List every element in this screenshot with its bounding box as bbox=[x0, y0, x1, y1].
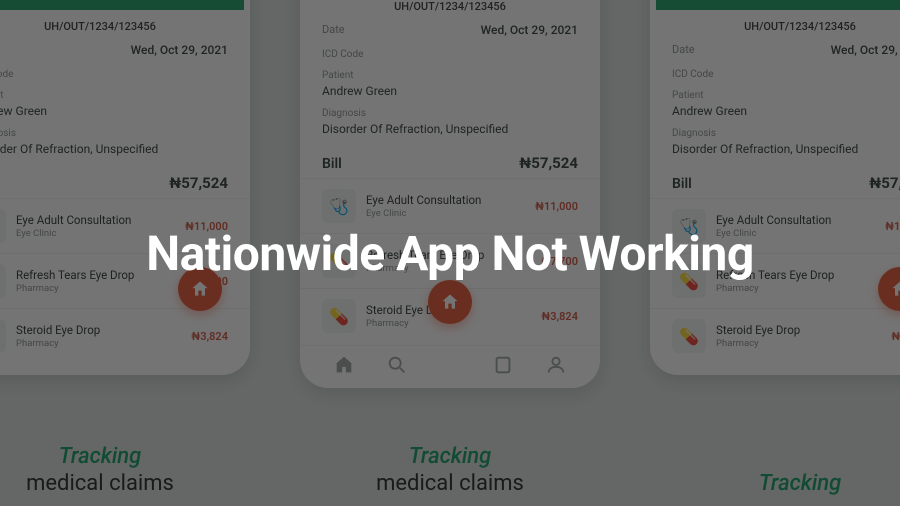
diagnosis-value: Disorder Of Refraction, Unspecified bbox=[672, 142, 900, 156]
pill-icon: 💊 bbox=[672, 319, 706, 353]
home-icon bbox=[440, 292, 460, 312]
date-value: Wed, Oct 29, 2021 bbox=[481, 23, 578, 37]
item-title: Eye Adult Consultation bbox=[366, 193, 525, 207]
nav-user-icon[interactable] bbox=[545, 354, 567, 376]
item-price: ₦7,700 bbox=[541, 255, 578, 268]
bill-amount: ₦57,524 bbox=[869, 174, 900, 192]
stethoscope-icon: 🩺 bbox=[0, 209, 6, 243]
pill-icon: 💊 bbox=[672, 264, 706, 298]
patient-label: Patient bbox=[0, 90, 228, 101]
stethoscope-icon: 🩺 bbox=[322, 189, 356, 223]
item-sub: Pharmacy bbox=[716, 338, 881, 349]
patient-name: Andrew Green bbox=[672, 104, 900, 118]
fab-button[interactable] bbox=[178, 267, 222, 311]
date-value: Wed, Oct 29, 2021 bbox=[831, 43, 900, 57]
phone-mockup-right: UH/OUT/1234/123456 Date Wed, Oct 29, 202… bbox=[650, 0, 900, 375]
list-item: 💊 Steroid Eye Drop Pharmacy ₦3,824 bbox=[650, 308, 900, 363]
phone-slot-left: UH/OUT/1234/123456 Date Wed, Oct 29, 202… bbox=[0, 0, 250, 506]
item-sub: Pharmacy bbox=[16, 283, 181, 294]
reference-number: UH/OUT/1234/123456 bbox=[650, 20, 900, 33]
phone-mockup-center: UH/OUT/1234/123456 Date Wed, Oct 29, 202… bbox=[300, 0, 600, 388]
bill-amount: ₦57,524 bbox=[169, 174, 228, 192]
item-sub: Eye Clinic bbox=[16, 228, 175, 239]
item-sub: Pharmacy bbox=[16, 338, 181, 349]
icd-label: ICD Code bbox=[0, 69, 228, 80]
icd-label: ICD Code bbox=[672, 69, 900, 80]
fab-button[interactable] bbox=[428, 280, 472, 324]
pill-icon: 💊 bbox=[0, 264, 6, 298]
diagnosis-label: Diagnosis bbox=[0, 128, 228, 139]
nav-search-icon[interactable] bbox=[386, 354, 408, 376]
home-icon bbox=[190, 279, 210, 299]
phone-slot-right: UH/OUT/1234/123456 Date Wed, Oct 29, 202… bbox=[650, 0, 900, 506]
caption-line1: Tracking bbox=[0, 444, 250, 469]
item-price: ₦11,000 bbox=[535, 200, 578, 213]
list-item: 💊 Steroid Eye Drop Pharmacy ₦3,824 bbox=[0, 308, 250, 363]
bottom-nav bbox=[300, 345, 600, 376]
item-sub: Pharmacy bbox=[716, 283, 881, 294]
nav-spacer bbox=[439, 354, 461, 376]
item-title: Steroid Eye Drop bbox=[716, 323, 881, 337]
background-phones: UH/OUT/1234/123456 Date Wed, Oct 29, 202… bbox=[0, 0, 900, 506]
item-sub: Eye Clinic bbox=[366, 208, 525, 219]
diagnosis-label: Diagnosis bbox=[672, 128, 900, 139]
date-label: Date bbox=[672, 43, 695, 57]
nav-home-icon[interactable] bbox=[333, 354, 355, 376]
bill-label: Bill bbox=[672, 176, 692, 192]
stethoscope-icon: 🩺 bbox=[672, 209, 706, 243]
item-price: ₦3,824 bbox=[891, 330, 900, 343]
diagnosis-value: Disorder Of Refraction, Unspecified bbox=[322, 122, 578, 136]
patient-name: Andrew Green bbox=[322, 84, 578, 98]
item-sub: Eye Clinic bbox=[716, 228, 875, 239]
date-label: Date bbox=[322, 23, 345, 37]
item-title: Refresh Tears Eye Drop bbox=[16, 268, 181, 282]
list-item: 💊 Refresh Tears Eye Drop Pharmacy ₦7,700 bbox=[650, 253, 900, 308]
home-icon bbox=[890, 279, 900, 299]
item-title: Eye Adult Consultation bbox=[716, 213, 875, 227]
phone-mockup-left: UH/OUT/1234/123456 Date Wed, Oct 29, 202… bbox=[0, 0, 250, 375]
pill-icon: 💊 bbox=[322, 244, 356, 278]
caption-line1: Tracking bbox=[650, 471, 900, 496]
bill-amount: ₦57,524 bbox=[519, 154, 578, 172]
item-price: ₦11,000 bbox=[885, 220, 900, 233]
reference-number: UH/OUT/1234/123456 bbox=[300, 0, 600, 13]
diagnosis-value: Disorder Of Refraction, Unspecified bbox=[0, 142, 228, 156]
app-header bbox=[0, 0, 244, 10]
list-item: 🩺 Eye Adult Consultation Eye Clinic ₦11,… bbox=[0, 198, 250, 253]
caption-line1: Tracking bbox=[300, 444, 600, 469]
item-price: ₦11,000 bbox=[185, 220, 228, 233]
pill-icon: 💊 bbox=[322, 299, 356, 333]
diagnosis-label: Diagnosis bbox=[322, 108, 578, 119]
date-value: Wed, Oct 29, 2021 bbox=[131, 43, 228, 57]
item-sub: Pharmacy bbox=[366, 263, 531, 274]
nav-doc-icon[interactable] bbox=[492, 354, 514, 376]
item-title: Refresh Tears Eye Drop bbox=[716, 268, 881, 282]
icd-label: ICD Code bbox=[322, 49, 578, 60]
item-title: Eye Adult Consultation bbox=[16, 213, 175, 227]
item-price: ₦3,824 bbox=[541, 310, 578, 323]
phone-slot-center: UH/OUT/1234/123456 Date Wed, Oct 29, 202… bbox=[300, 0, 600, 506]
patient-label: Patient bbox=[672, 90, 900, 101]
caption-line2: medical claims bbox=[300, 471, 600, 496]
patient-label: Patient bbox=[322, 70, 578, 81]
pill-icon: 💊 bbox=[0, 319, 6, 353]
caption-line2: medical claims bbox=[0, 471, 250, 496]
item-title: Refresh Tears Eye Drop bbox=[366, 248, 531, 262]
bill-label: Bill bbox=[322, 156, 342, 172]
item-title: Steroid Eye Drop bbox=[16, 323, 181, 337]
list-item: 🩺 Eye Adult Consultation Eye Clinic ₦11,… bbox=[650, 198, 900, 253]
app-header bbox=[656, 0, 900, 10]
item-price: ₦3,824 bbox=[191, 330, 228, 343]
reference-number: UH/OUT/1234/123456 bbox=[0, 20, 250, 33]
list-item: 🩺 Eye Adult Consultation Eye Clinic ₦11,… bbox=[300, 178, 600, 233]
patient-name: Andrew Green bbox=[0, 104, 228, 118]
